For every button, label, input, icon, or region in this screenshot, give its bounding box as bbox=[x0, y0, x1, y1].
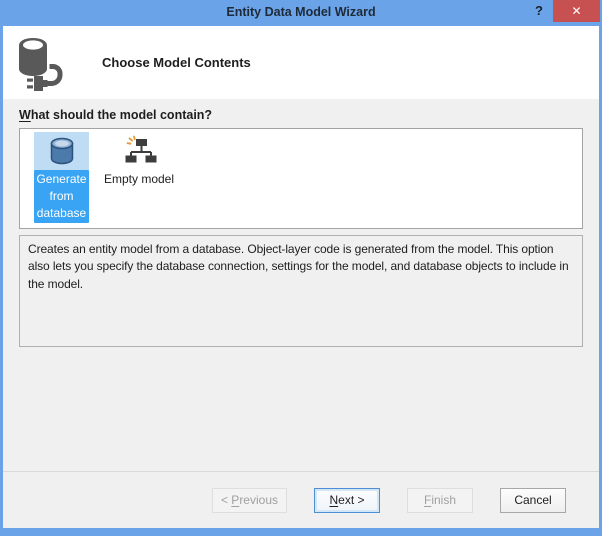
dialog-content: Choose Model Contents What should the mo… bbox=[3, 26, 599, 528]
option-generate-from-database[interactable]: Generate from database bbox=[34, 132, 89, 223]
option-empty-model[interactable]: Empty model bbox=[102, 132, 176, 189]
option-label: Generate from database bbox=[34, 170, 89, 223]
option-label: Empty model bbox=[104, 172, 175, 186]
option-icon-area bbox=[34, 132, 89, 170]
empty-model-icon bbox=[125, 135, 157, 163]
previous-button[interactable]: < Previous bbox=[211, 487, 287, 513]
model-contents-list[interactable]: Generate from database Empty model bbox=[19, 128, 583, 229]
help-icon: ? bbox=[535, 3, 543, 18]
question-label: What should the model contain? bbox=[19, 108, 213, 122]
finish-button[interactable]: Finish bbox=[407, 487, 473, 513]
next-button[interactable]: Next > bbox=[314, 487, 380, 513]
titlebar: Entity Data Model Wizard ? ✕ bbox=[0, 0, 602, 26]
close-button[interactable]: ✕ bbox=[553, 0, 600, 22]
wizard-step-title: Choose Model Contents bbox=[102, 55, 251, 70]
entity-data-model-wizard-window: Entity Data Model Wizard ? ✕ Choose Mode… bbox=[0, 0, 602, 536]
database-plug-icon bbox=[19, 38, 63, 91]
option-icon-area bbox=[102, 132, 176, 170]
window-title: Entity Data Model Wizard bbox=[226, 5, 376, 19]
titlebar-controls: ? ✕ bbox=[525, 0, 600, 22]
close-icon: ✕ bbox=[571, 4, 582, 18]
wizard-body: What should the model contain? Generate … bbox=[3, 99, 599, 471]
wizard-footer: < Previous Next > Finish Cancel bbox=[3, 471, 599, 528]
help-button[interactable]: ? bbox=[525, 0, 553, 22]
generate-from-database-icon bbox=[50, 137, 73, 165]
wizard-header: Choose Model Contents bbox=[3, 26, 599, 99]
option-description: Creates an entity model from a database.… bbox=[19, 235, 583, 347]
cancel-button[interactable]: Cancel bbox=[500, 487, 566, 513]
